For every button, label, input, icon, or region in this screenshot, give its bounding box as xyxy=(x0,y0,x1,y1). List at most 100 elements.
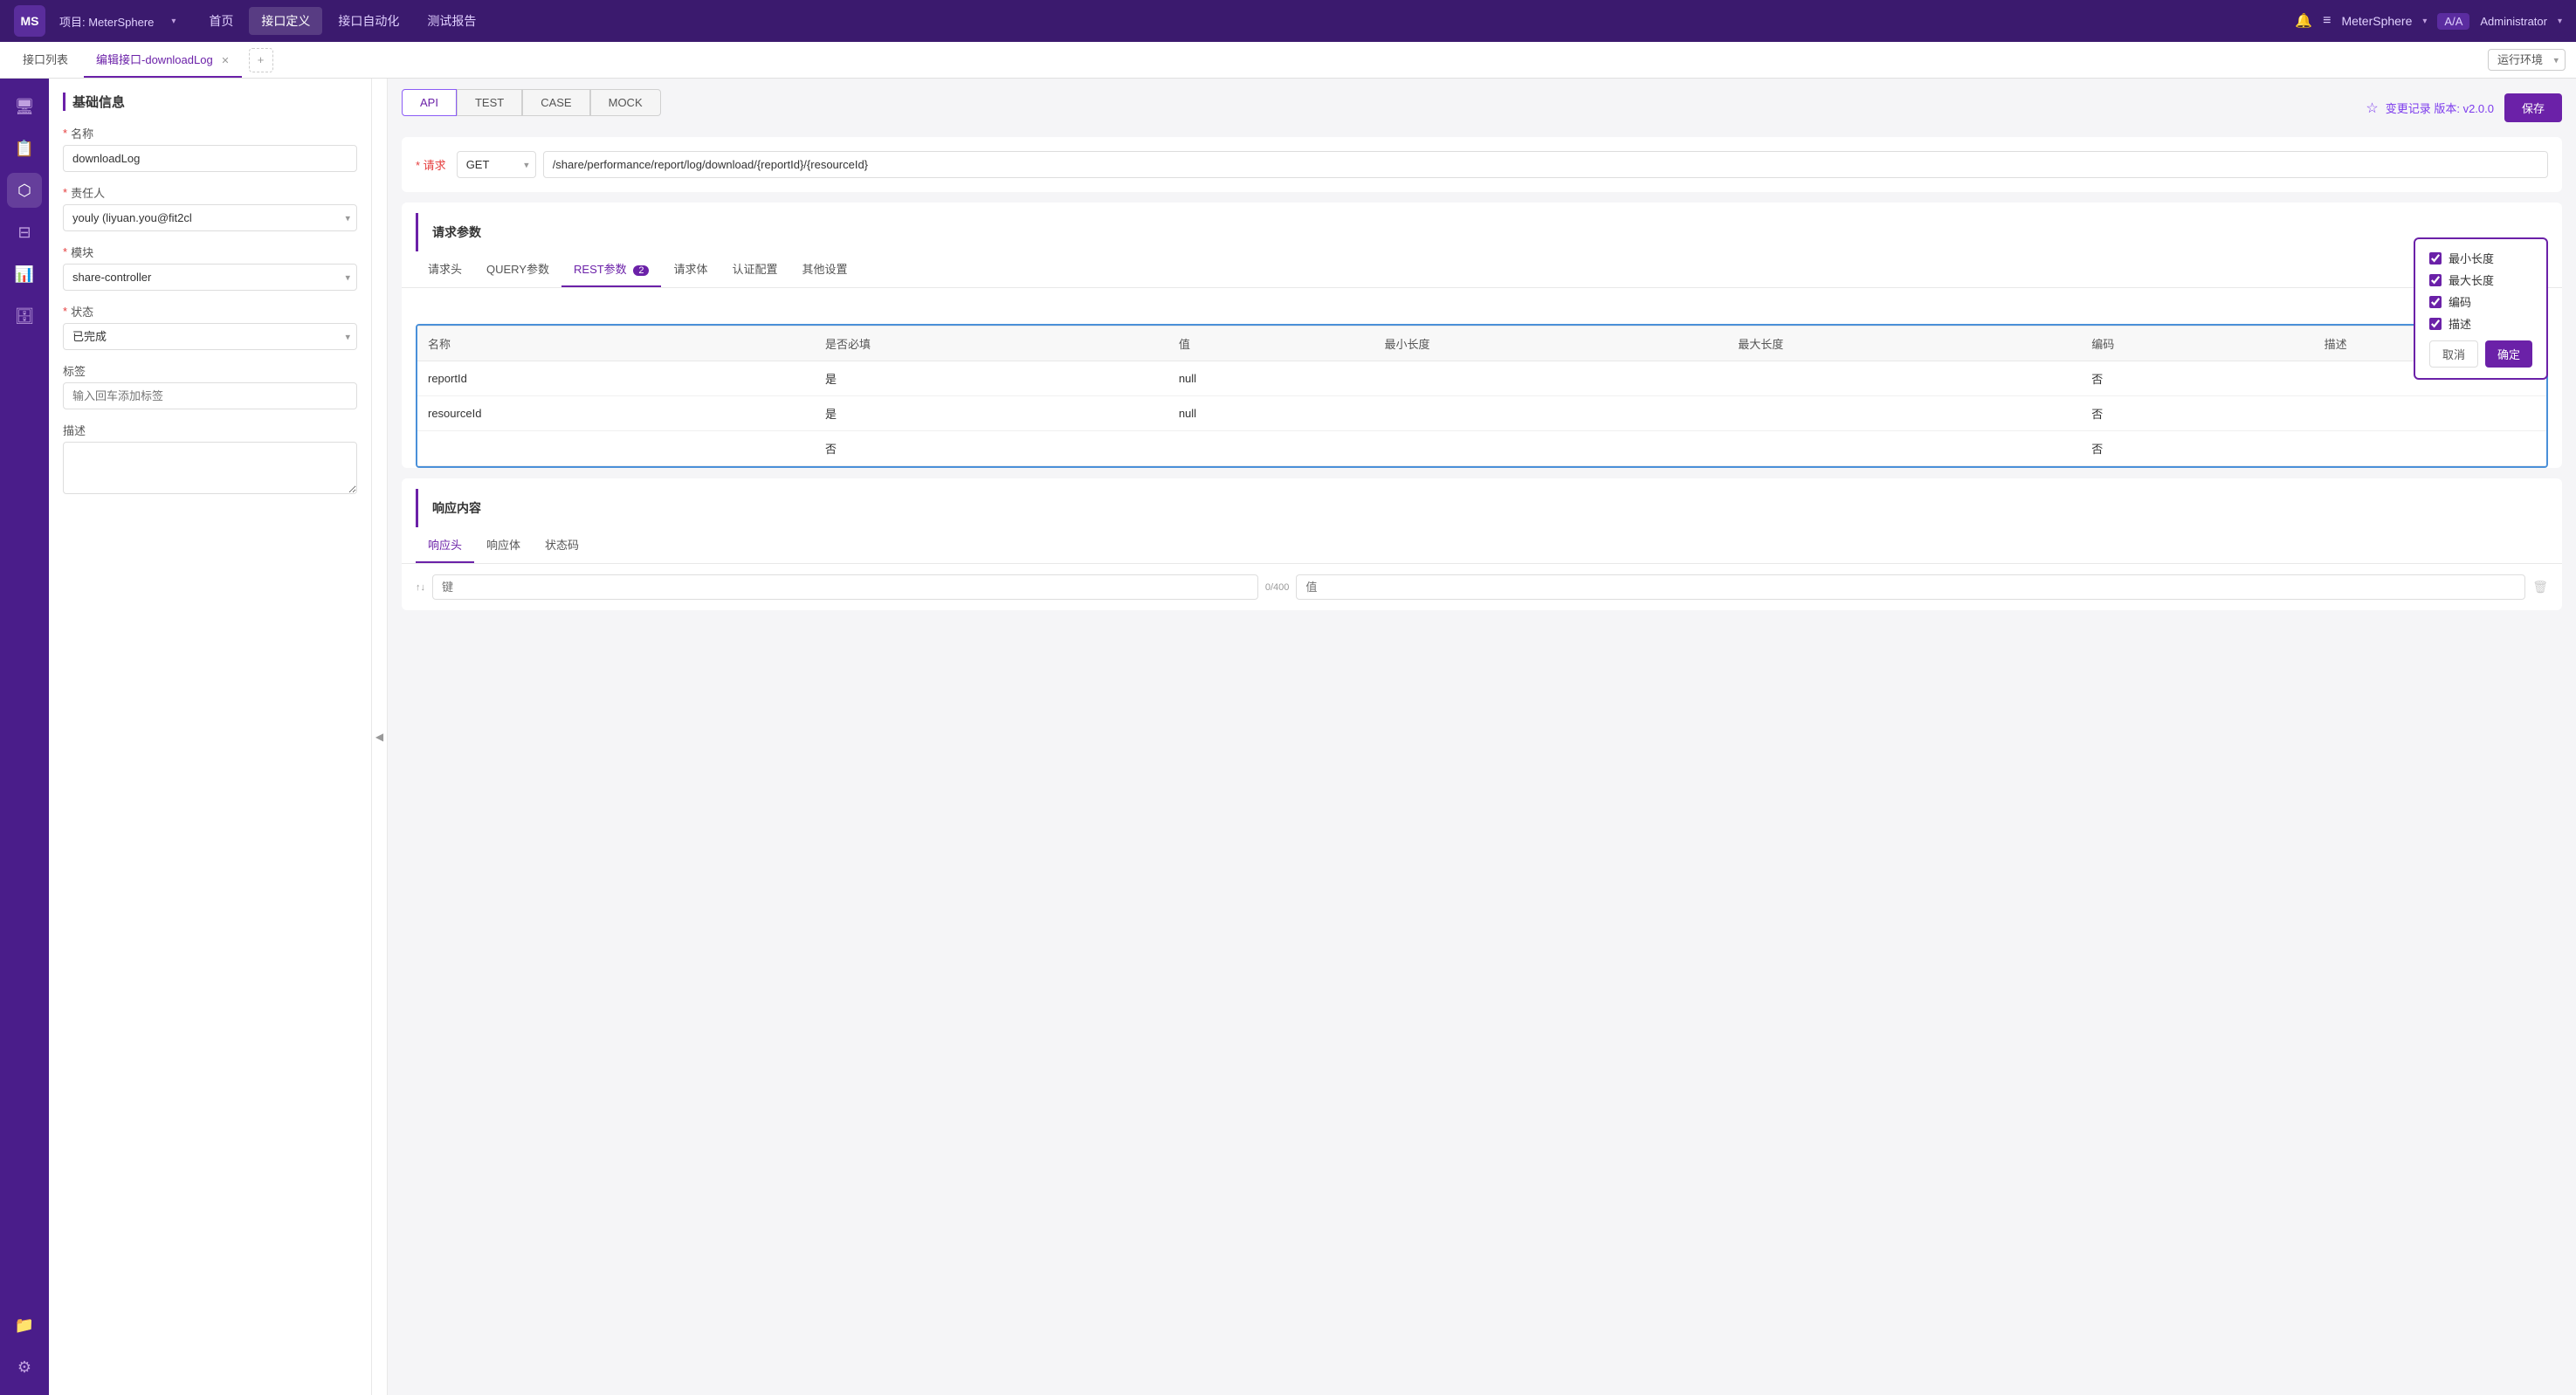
version-label: 变更记录 版本: v2.0.0 xyxy=(2386,100,2494,116)
nav-home[interactable]: 首页 xyxy=(196,7,245,35)
cell-encoding-2: 否 xyxy=(2081,396,2313,431)
th-value: 值 xyxy=(1168,326,1374,361)
label-module: *模块 xyxy=(63,244,357,260)
sidebar-item-api[interactable]: ⬡ xyxy=(7,173,42,208)
select-status[interactable]: 已完成 xyxy=(63,323,357,350)
params-tab-body[interactable]: 请求体 xyxy=(661,251,720,287)
checkbox-encoding[interactable] xyxy=(2429,296,2442,308)
cell-name-3 xyxy=(417,431,815,466)
popup-actions: 取消 确定 xyxy=(2429,340,2532,368)
api-tabs: API TEST CASE MOCK xyxy=(402,89,661,116)
cell-name-1: reportId xyxy=(417,361,815,396)
params-tab-query[interactable]: QUERY参数 xyxy=(474,251,561,287)
api-header-row: API TEST CASE MOCK ☆ 变更记录 版本: v2.0.0 保存 xyxy=(402,89,2562,127)
response-tab-status[interactable]: 状态码 xyxy=(533,527,591,563)
checkbox-minlen[interactable] xyxy=(2429,252,2442,265)
form-row-desc: 描述 xyxy=(63,422,357,497)
cell-desc-3 xyxy=(2314,431,2546,466)
value-input[interactable] xyxy=(1296,574,2525,600)
tab-close-icon[interactable]: ✕ xyxy=(221,56,229,66)
params-tab-rest[interactable]: REST参数 2 xyxy=(561,251,661,287)
tab-api-list[interactable]: 接口列表 xyxy=(10,42,80,78)
cell-required-1: 是 xyxy=(815,361,1168,396)
url-input[interactable] xyxy=(543,151,2548,178)
api-tab-test[interactable]: TEST xyxy=(457,89,522,116)
nav-api-auto[interactable]: 接口自动化 xyxy=(326,7,411,35)
run-env-select[interactable]: 运行环境 xyxy=(2488,49,2566,71)
cell-minlen-1 xyxy=(1374,361,1727,396)
api-tab-api[interactable]: API xyxy=(402,89,457,116)
delete-row-button[interactable]: 🗑 xyxy=(2532,580,2548,594)
admin-dropdown-arrow[interactable]: ▾ xyxy=(2558,17,2562,26)
save-button[interactable]: 保存 xyxy=(2504,93,2562,122)
response-tabs: 响应头 响应体 状态码 xyxy=(402,527,2562,564)
select-owner[interactable]: youly (liyuan.you@fit2cl xyxy=(63,204,357,231)
params-tab-header[interactable]: 请求头 xyxy=(416,251,474,287)
nav-api-def[interactable]: 接口定义 xyxy=(249,7,322,35)
method-select-wrapper: GET POST PUT DELETE xyxy=(457,151,536,178)
sort-arrows[interactable]: ↑↓ xyxy=(416,582,425,593)
response-tab-body[interactable]: 响应体 xyxy=(474,527,533,563)
cell-minlen-3 xyxy=(1374,431,1727,466)
toolbar-right: ☆ 变更记录 版本: v2.0.0 保存 xyxy=(2366,93,2562,122)
th-required: 是否必填 xyxy=(815,326,1168,361)
add-tab-button[interactable]: + xyxy=(249,48,273,72)
cell-required-3: 否 xyxy=(815,431,1168,466)
key-input[interactable] xyxy=(432,574,1258,600)
popup-row-encoding: 编码 xyxy=(2429,293,2532,310)
checkbox-desc[interactable] xyxy=(2429,318,2442,330)
input-desc[interactable] xyxy=(63,442,357,494)
cell-maxlen-2 xyxy=(1727,396,2081,431)
params-tab-other[interactable]: 其他设置 xyxy=(789,251,859,287)
label-name: *名称 xyxy=(63,125,357,141)
response-tab-head[interactable]: 响应头 xyxy=(416,527,474,563)
sidebar-item-folder[interactable]: 📁 xyxy=(7,1308,42,1343)
confirm-button[interactable]: 确定 xyxy=(2485,340,2532,368)
th-encoding: 编码 xyxy=(2081,326,2313,361)
response-section: 响应内容 响应头 响应体 状态码 ↑↓ 0/400 🗑 xyxy=(402,478,2562,610)
sidebar-item-settings[interactable]: ⚙ xyxy=(7,1350,42,1385)
tab-bar-right: 运行环境 xyxy=(2488,49,2566,71)
batch-add-button[interactable]: 批量添加 ⑤ xyxy=(402,288,2562,317)
cell-encoding-1: 否 xyxy=(2081,361,2313,396)
cell-required-2: 是 xyxy=(815,396,1168,431)
th-name: 名称 xyxy=(417,326,815,361)
input-name[interactable] xyxy=(63,145,357,172)
brand-dropdown-arrow[interactable]: ▾ xyxy=(2422,17,2427,26)
sidebar-item-monitor[interactable]: 🖥 xyxy=(7,89,42,124)
params-tab-auth[interactable]: 认证配置 xyxy=(720,251,789,287)
method-select[interactable]: GET POST PUT DELETE xyxy=(457,151,536,178)
input-tag[interactable] xyxy=(63,382,357,409)
cell-maxlen-3 xyxy=(1727,431,2081,466)
select-module[interactable]: share-controller xyxy=(63,264,357,291)
sidebar-item-storage[interactable]: 🗄 xyxy=(7,299,42,333)
form-row-name: *名称 xyxy=(63,125,357,172)
list-icon[interactable]: ≡ xyxy=(2323,13,2331,29)
tab-bar: 接口列表 编辑接口-downloadLog ✕ + 运行环境 xyxy=(0,42,2576,79)
label-desc: 描述 xyxy=(63,422,357,438)
checkbox-maxlen[interactable] xyxy=(2429,274,2442,286)
nav-test-report[interactable]: 测试报告 xyxy=(415,7,488,35)
run-env-wrapper: 运行环境 xyxy=(2488,49,2566,71)
cancel-button[interactable]: 取消 xyxy=(2429,340,2478,368)
table-row: resourceId 是 null 否 xyxy=(417,396,2546,431)
form-row-tag: 标签 xyxy=(63,362,357,409)
sidebar-item-document[interactable]: 📋 xyxy=(7,131,42,166)
params-section-title: 请求参数 xyxy=(416,213,2548,251)
tab-edit-api[interactable]: 编辑接口-downloadLog ✕ xyxy=(84,42,242,78)
collapse-panel-button[interactable]: ◀ xyxy=(372,79,388,1395)
cell-value-1: null xyxy=(1168,361,1374,396)
bell-icon[interactable]: 🔔 xyxy=(2295,12,2312,30)
api-tab-mock[interactable]: MOCK xyxy=(590,89,661,116)
th-max-len: 最大长度 xyxy=(1727,326,2081,361)
star-icon[interactable]: ☆ xyxy=(2366,100,2378,117)
popup-row-desc: 描述 xyxy=(2429,315,2532,332)
label-maxlen: 最大长度 xyxy=(2449,271,2494,288)
main-layout: 🖥 📋 ⬡ ⊟ 📊 🗄 📁 ⚙ 基础信息 *名称 *责任人 youly (liy… xyxy=(0,79,2576,1395)
lang-switcher[interactable]: A/A xyxy=(2437,13,2469,30)
sidebar-item-chart[interactable]: 📊 xyxy=(7,257,42,292)
nav-links: 首页 接口定义 接口自动化 测试报告 xyxy=(196,7,488,35)
project-dropdown-arrow[interactable]: ▾ xyxy=(171,17,176,26)
sidebar-item-ui[interactable]: ⊟ xyxy=(7,215,42,250)
api-tab-case[interactable]: CASE xyxy=(522,89,589,116)
